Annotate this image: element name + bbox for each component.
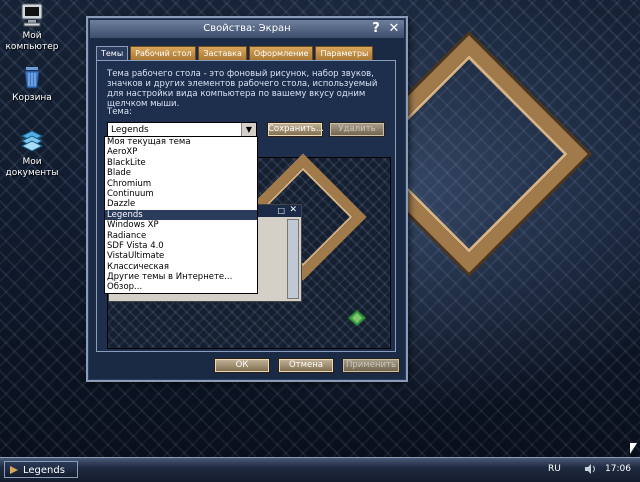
- dropdown-item[interactable]: Обзор...: [105, 282, 257, 292]
- tab-screensaver[interactable]: Заставка: [198, 46, 247, 60]
- theme-label: Тема:: [107, 107, 132, 117]
- dropdown-item[interactable]: Blade: [105, 168, 257, 178]
- help-button[interactable]: ?: [368, 21, 384, 37]
- dropdown-item[interactable]: Windows XP: [105, 220, 257, 230]
- preview-scrollbar: [287, 219, 299, 299]
- desktop-icon-my-documents[interactable]: Мои документы: [0, 128, 67, 179]
- tab-strip: Темы Рабочий стол Заставка Оформление Па…: [96, 46, 374, 61]
- delete-theme-button[interactable]: Удалить: [329, 122, 385, 137]
- dropdown-item[interactable]: Другие темы в Интернете...: [105, 272, 257, 282]
- dialog-title: Свойства: Экран: [203, 23, 291, 34]
- dropdown-item[interactable]: Моя текущая тема: [105, 137, 257, 147]
- dropdown-item[interactable]: BlackLite: [105, 158, 257, 168]
- cancel-button[interactable]: Отмена: [278, 358, 334, 373]
- maximize-icon: □: [277, 206, 285, 215]
- close-icon: ✕: [289, 205, 297, 215]
- close-button[interactable]: ✕: [386, 21, 402, 37]
- dropdown-item[interactable]: VistaUltimate: [105, 251, 257, 261]
- desktop-icon-recycle-bin[interactable]: Корзина: [0, 64, 67, 104]
- dropdown-item[interactable]: Continuum: [105, 189, 257, 199]
- dropdown-item-selected[interactable]: Legends: [105, 209, 257, 221]
- dialog-titlebar[interactable]: Свойства: Экран ? ✕: [90, 20, 404, 38]
- desktop-icon-my-computer[interactable]: Мой компьютер: [0, 2, 67, 53]
- desktop-icon-label: Корзина: [12, 93, 52, 103]
- taskbar: Legends RU 17:06: [0, 457, 640, 482]
- desktop-icon-label: Мой компьютер: [5, 31, 59, 52]
- apply-button[interactable]: Применить: [342, 358, 400, 373]
- start-button-label: Legends: [23, 465, 65, 476]
- dropdown-item[interactable]: Chromium: [105, 179, 257, 189]
- theme-select-value: Legends: [111, 125, 149, 135]
- dropdown-item[interactable]: SDF Vista 4.0: [105, 241, 257, 251]
- dropdown-item[interactable]: Dazzle: [105, 199, 257, 209]
- tab-desktop[interactable]: Рабочий стол: [130, 46, 197, 60]
- language-indicator[interactable]: RU: [548, 464, 561, 474]
- theme-description: Тема рабочего стола - это фоновый рисуно…: [107, 69, 378, 109]
- mouse-cursor-icon: [630, 443, 637, 454]
- start-arrow-icon: [10, 466, 18, 474]
- chevron-down-icon[interactable]: ▼: [241, 123, 256, 136]
- tab-appearance[interactable]: Оформление: [248, 46, 314, 60]
- recycle-bin-icon: [19, 64, 45, 90]
- tab-themes[interactable]: Темы: [96, 46, 129, 61]
- ok-button[interactable]: ОК: [214, 358, 270, 373]
- volume-icon[interactable]: [584, 463, 598, 475]
- theme-dropdown-list: Моя текущая тема AeroXP BlackLite Blade …: [104, 136, 258, 294]
- computer-icon: [19, 2, 45, 28]
- documents-icon: [19, 128, 45, 154]
- clock[interactable]: 17:06: [605, 464, 631, 474]
- tab-settings[interactable]: Параметры: [315, 46, 374, 60]
- save-theme-button[interactable]: Сохранить...: [267, 122, 324, 137]
- dropdown-item[interactable]: AeroXP: [105, 147, 257, 157]
- desktop-icon-label: Мои документы: [5, 157, 59, 178]
- theme-select[interactable]: Legends ▼: [107, 122, 257, 137]
- dropdown-item[interactable]: Radiance: [105, 231, 257, 241]
- dropdown-item[interactable]: Классическая: [105, 262, 257, 272]
- recycle-bin-icon: [346, 308, 368, 328]
- start-button[interactable]: Legends: [4, 461, 78, 478]
